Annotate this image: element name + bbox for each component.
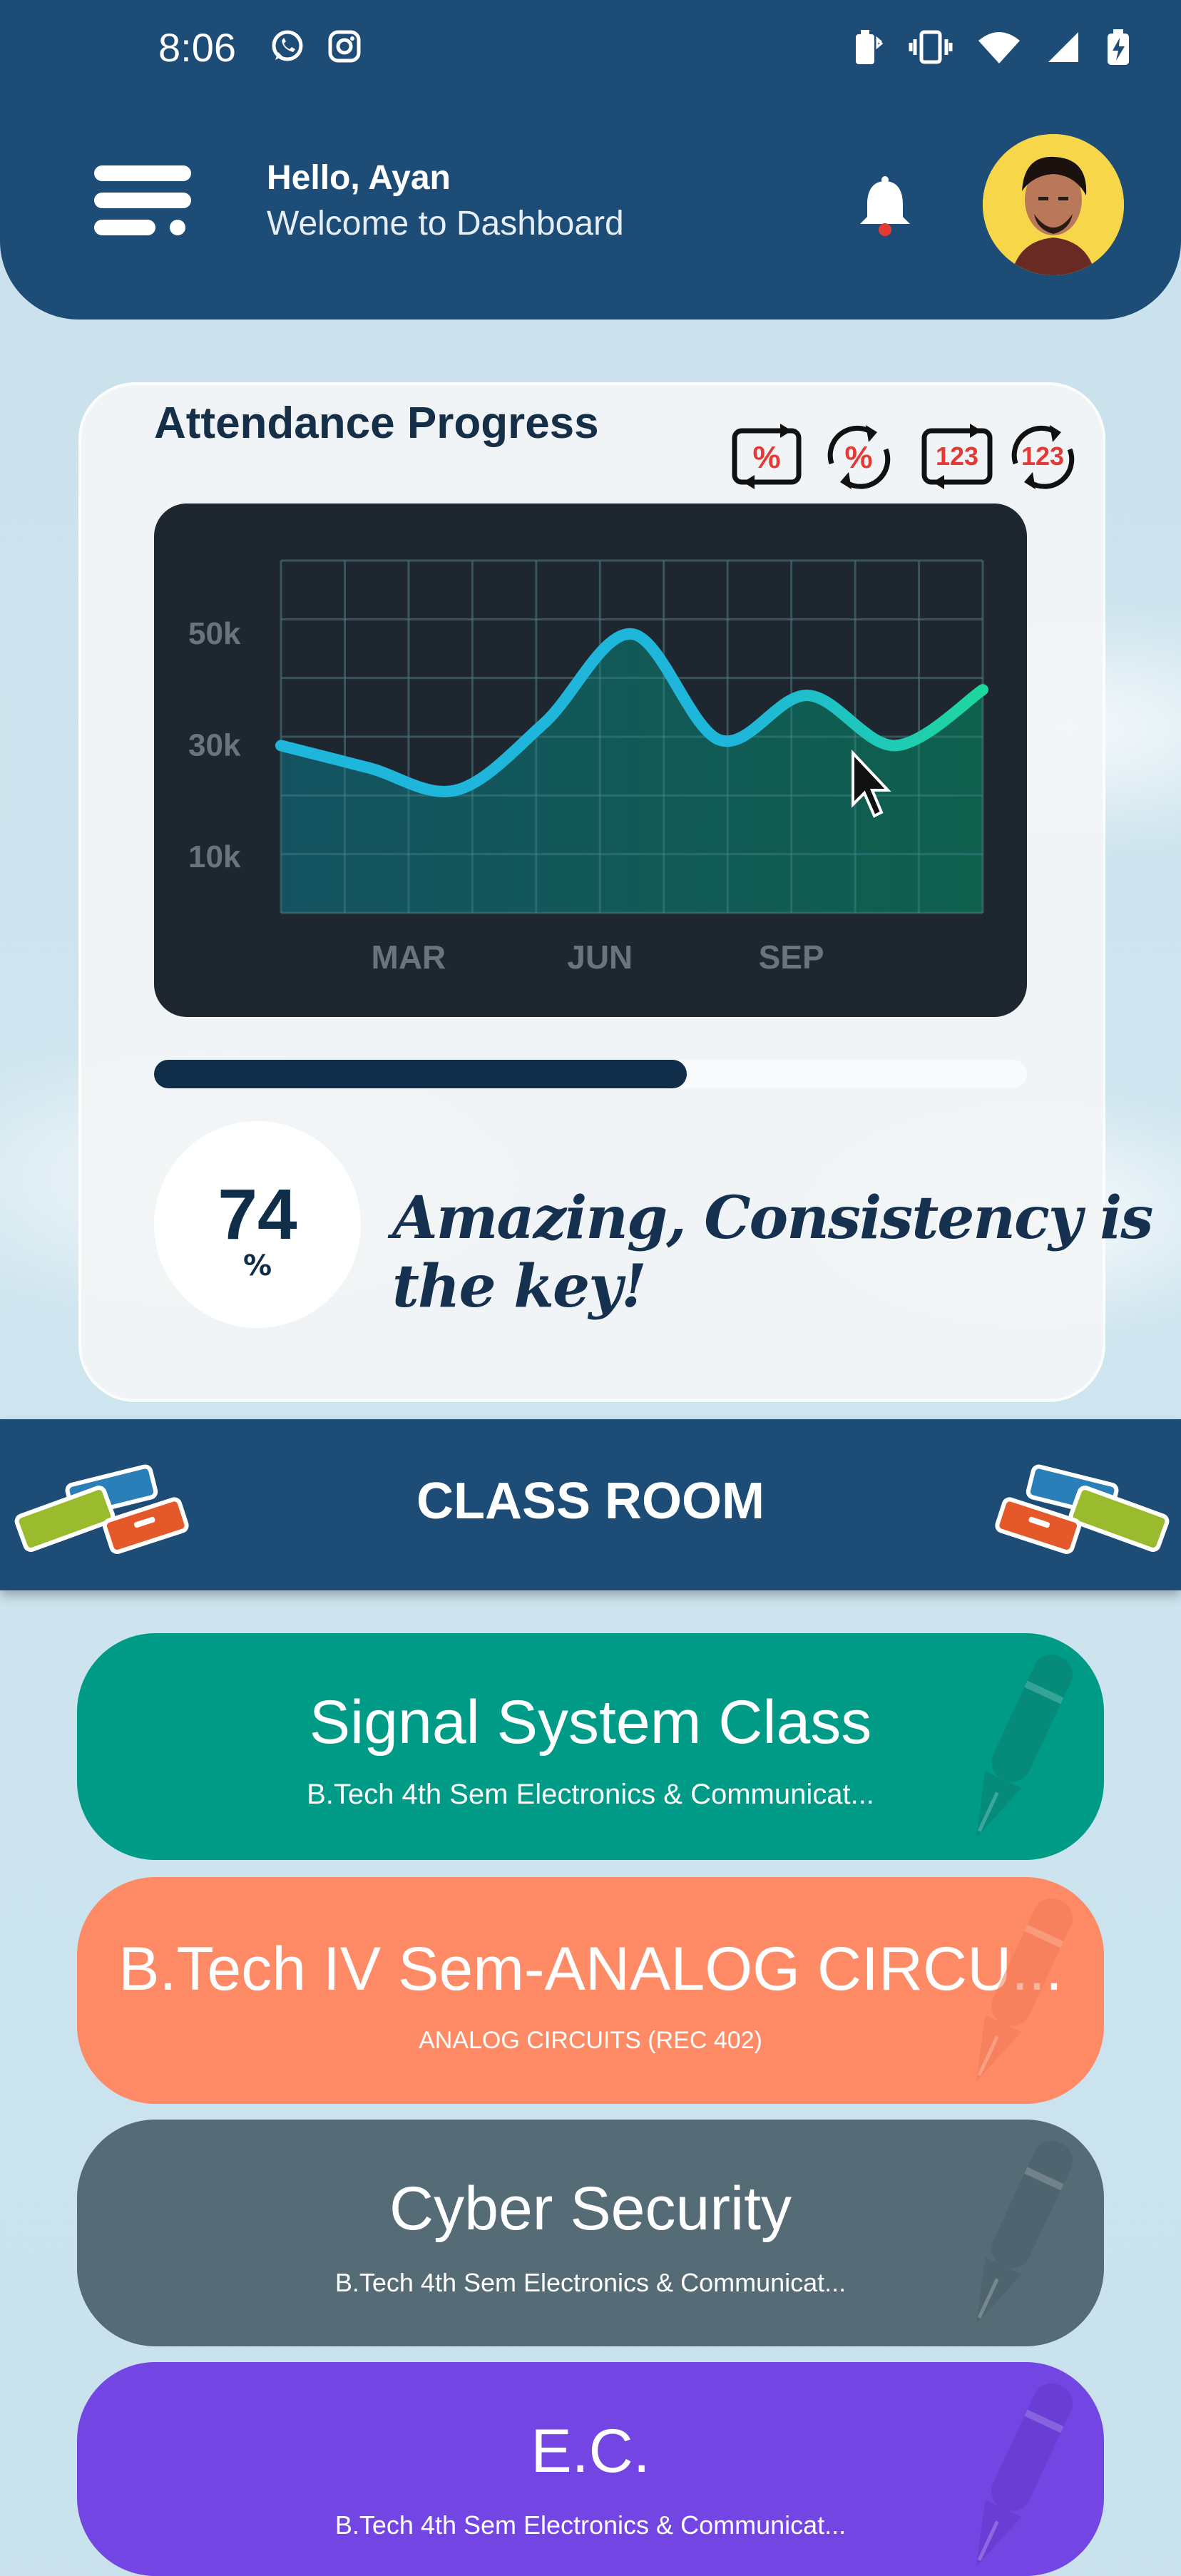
books-right-icon [995,1464,1170,1554]
y-tick-label: 50k [188,616,241,651]
class-title: Signal System Class [309,1688,872,1757]
fountain-pen-icon [976,2140,1073,2324]
percent-refresh-icon[interactable]: % [822,421,896,492]
x-tick-label: MAR [372,939,446,976]
vibrate-icon [909,30,953,64]
class-card-cyber-security[interactable]: Cyber Security B.Tech 4th Sem Electronic… [77,2120,1104,2346]
number-refresh-icon[interactable]: 123 [1006,421,1080,492]
wifi-icon [978,32,1020,63]
number-toggle-icon[interactable]: 123 [920,421,994,492]
fountain-pen-icon [976,1898,1073,2082]
format-label-3: 123 [936,441,978,471]
y-tick-label: 30k [188,727,241,762]
attendance-chart-svg: 50k 30k 10k MAR JUN SEP [188,559,988,976]
percent-toggle-icon[interactable]: % [730,421,804,492]
fountain-pen-icon [976,2383,1073,2567]
whatsapp-icon [272,30,303,61]
attendance-percent-value: 74 [218,1175,297,1254]
battery-charging-icon [1108,29,1129,65]
greeting-name: Hello, Ayan [267,159,451,197]
user-avatar[interactable] [983,134,1124,275]
class-card-analog-circuits[interactable]: B.Tech IV Sem-ANALOG CIRCU... ANALOG CIR… [77,1877,1104,2104]
attendance-title: Attendance Progress [154,399,599,448]
menu-bar-3 [94,220,155,235]
class-subtitle: B.Tech 4th Sem Electronics & Communicat.… [334,2268,847,2297]
class-title: E.C. [531,2417,650,2485]
class-card-ec[interactable]: E.C. B.Tech 4th Sem Electronics & Commun… [77,2362,1104,2576]
menu-button[interactable] [94,165,194,237]
attendance-motto: Amazing, Consistency is the key! [392,1184,1153,1321]
menu-bar-1 [94,165,191,181]
attendance-percent-unit: % [242,1249,272,1282]
y-tick-label: 10k [188,839,241,874]
status-bar: 8:06 [0,21,1181,71]
attendance-percent-badge: 74 % [154,1121,361,1328]
status-time: 8:06 [158,25,236,70]
class-subtitle: ANALOG CIRCUITS (REC 402) [419,2027,762,2054]
instagram-icon [328,30,361,63]
class-subtitle: B.Tech 4th Sem Electronics & Communicat.… [307,1779,874,1810]
avatar-portrait [983,134,1124,275]
class-subtitle: B.Tech 4th Sem Electronics & Communicat.… [334,2510,847,2540]
class-title: B.Tech IV Sem-ANALOG CIRCU... [118,1935,1063,2003]
greeting-subtitle: Welcome to Dashboard [267,205,624,242]
class-title: Cyber Security [389,2174,792,2243]
attendance-progress-bar [154,1060,1027,1088]
x-tick-label: SEP [759,939,824,976]
menu-bar-2 [94,193,191,208]
menu-dot [170,220,185,235]
status-icons [852,27,1131,67]
battery-bluetooth-icon [856,30,884,64]
books-left-icon [14,1464,189,1554]
fountain-pen-icon [976,1654,1073,1838]
format-label-1: % [752,440,780,475]
class-card-signal-system[interactable]: Signal System Class B.Tech 4th Sem Elect… [77,1633,1104,1860]
attendance-progress-fill [154,1060,687,1088]
x-tick-label: JUN [567,939,633,976]
signal-icon [1048,32,1078,62]
attendance-chart: 50k 30k 10k MAR JUN SEP [154,504,1027,1017]
format-label-2: % [844,440,872,475]
format-label-4: 123 [1021,441,1064,471]
notification-bell-icon[interactable] [853,175,917,240]
